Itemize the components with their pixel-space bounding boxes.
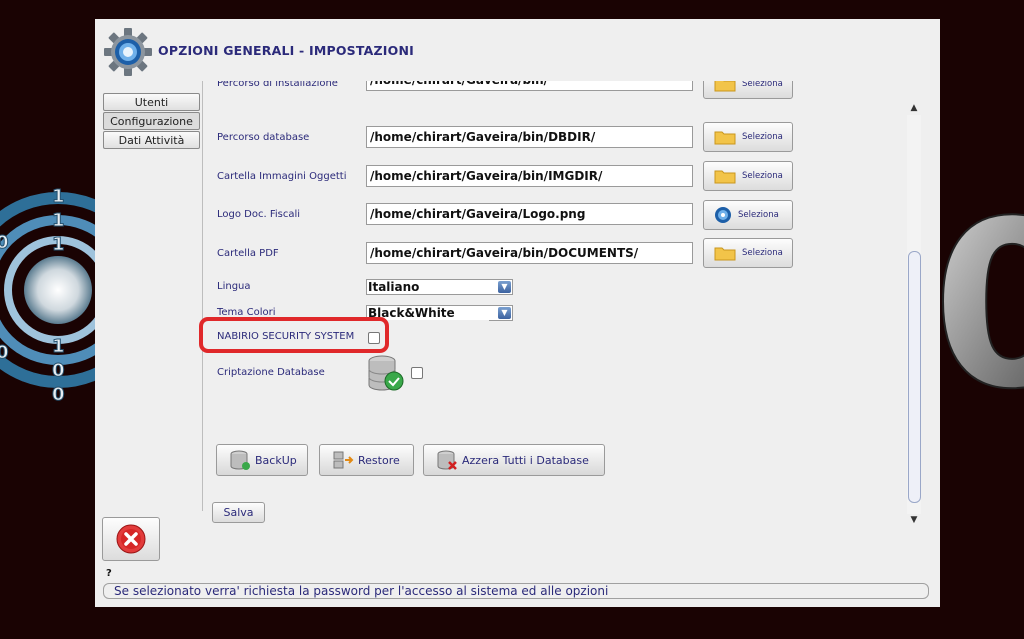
pdf-folder-label: Cartella PDF bbox=[217, 248, 279, 259]
select-button-label: Seleziona bbox=[742, 171, 783, 181]
install-path-label: Percorso di installazione bbox=[217, 81, 338, 89]
images-folder-input[interactable]: /home/chirart/Gaveira/bin/IMGDIR/ bbox=[366, 165, 693, 187]
folder-icon bbox=[714, 247, 736, 261]
svg-text:0: 0 bbox=[0, 232, 9, 253]
color-theme-select[interactable]: Black&White ▼ bbox=[366, 305, 513, 321]
select-button-label: Seleziona bbox=[738, 210, 779, 220]
svg-text:1: 1 bbox=[52, 234, 65, 255]
install-path-select-button[interactable]: Seleziona bbox=[703, 81, 793, 99]
tab-dati-attivita[interactable]: Dati Attività bbox=[103, 131, 200, 149]
binary-ring-decoration: 1 1 0 1 0 1 0 0 bbox=[0, 186, 100, 406]
scroll-down-icon[interactable]: ▼ bbox=[908, 514, 920, 526]
language-label: Lingua bbox=[217, 281, 251, 292]
close-button[interactable] bbox=[102, 517, 160, 561]
database-backup-icon bbox=[230, 450, 250, 470]
logo-image-icon bbox=[715, 207, 731, 223]
fiscal-logo-label: Logo Doc. Fiscali bbox=[217, 209, 301, 220]
svg-text:1: 1 bbox=[52, 186, 65, 207]
svg-text:0: 0 bbox=[52, 360, 65, 381]
dropdown-arrow-icon[interactable]: ▼ bbox=[498, 307, 511, 319]
scroll-thumb[interactable] bbox=[908, 251, 921, 503]
reset-all-databases-button[interactable]: Azzera Tutti i Database bbox=[423, 444, 605, 476]
title-bar: OPZIONI GENERALI - IMPOSTAZIONI bbox=[95, 19, 940, 81]
database-path-input[interactable]: /home/chirart/Gaveira/bin/DBDIR/ bbox=[366, 126, 693, 148]
reset-label: Azzera Tutti i Database bbox=[462, 453, 589, 467]
database-delete-icon bbox=[437, 450, 457, 470]
tab-utenti[interactable]: Utenti bbox=[103, 93, 200, 111]
restore-label: Restore bbox=[358, 453, 400, 467]
status-bar: Se selezionato verra' richiesta la passw… bbox=[103, 583, 929, 599]
dropdown-arrow-icon[interactable]: ▼ bbox=[498, 281, 511, 293]
scroll-up-icon[interactable]: ▲ bbox=[908, 102, 920, 114]
pdf-folder-select-button[interactable]: Seleziona bbox=[703, 238, 793, 268]
window-title: OPZIONI GENERALI - IMPOSTAZIONI bbox=[158, 43, 414, 58]
folder-icon bbox=[714, 170, 736, 184]
select-button-label: Seleziona bbox=[742, 132, 783, 142]
svg-text:1: 1 bbox=[52, 336, 65, 357]
install-path-input[interactable]: /home/chirart/Gaveira/bin/ bbox=[366, 81, 693, 91]
language-select[interactable]: Italiano ▼ bbox=[366, 279, 513, 295]
language-value: Italiano bbox=[368, 280, 420, 294]
folder-icon bbox=[714, 131, 736, 145]
select-button-label: Seleziona bbox=[742, 81, 783, 89]
encryption-checkbox[interactable] bbox=[411, 367, 423, 379]
images-folder-select-button[interactable]: Seleziona bbox=[703, 161, 793, 191]
backup-button[interactable]: BackUp bbox=[216, 444, 308, 476]
settings-window: OPZIONI GENERALI - IMPOSTAZIONI Utenti C… bbox=[95, 19, 940, 607]
fiscal-logo-select-button[interactable]: Seleziona bbox=[703, 200, 793, 230]
encryption-label: Criptazione Database bbox=[217, 367, 325, 378]
fiscal-logo-input[interactable]: /home/chirart/Gaveira/Logo.png bbox=[366, 203, 693, 225]
svg-text:1: 1 bbox=[52, 210, 65, 231]
vertical-scrollbar[interactable]: ▲ ▼ bbox=[907, 101, 921, 528]
configuration-panel: Percorso di installazione /home/chirart/… bbox=[203, 81, 901, 511]
backup-label: BackUp bbox=[255, 453, 297, 467]
restore-button[interactable]: Restore bbox=[319, 444, 414, 476]
images-folder-label: Cartella Immagini Oggetti bbox=[217, 171, 347, 182]
save-button[interactable]: Salva bbox=[212, 502, 265, 523]
database-shield-icon bbox=[368, 355, 404, 391]
close-icon bbox=[116, 524, 146, 554]
pdf-folder-input[interactable]: /home/chirart/Gaveira/bin/DOCUMENTS/ bbox=[366, 242, 693, 264]
svg-text:0: 0 bbox=[940, 185, 1024, 405]
restore-icon bbox=[333, 451, 354, 469]
select-button-label: Seleziona bbox=[742, 248, 783, 258]
large-zero-decoration: 0 bbox=[940, 185, 1024, 405]
tab-configurazione[interactable]: Configurazione bbox=[103, 112, 200, 130]
database-path-select-button[interactable]: Seleziona bbox=[703, 122, 793, 152]
gear-icon bbox=[104, 28, 152, 76]
side-tabs: Utenti Configurazione Dati Attività bbox=[103, 93, 202, 150]
svg-text:0: 0 bbox=[0, 342, 9, 363]
help-mark: ? bbox=[106, 568, 112, 579]
svg-text:0: 0 bbox=[52, 384, 65, 405]
security-highlight bbox=[199, 317, 389, 353]
folder-icon bbox=[714, 81, 736, 92]
database-path-label: Percorso database bbox=[217, 132, 310, 143]
